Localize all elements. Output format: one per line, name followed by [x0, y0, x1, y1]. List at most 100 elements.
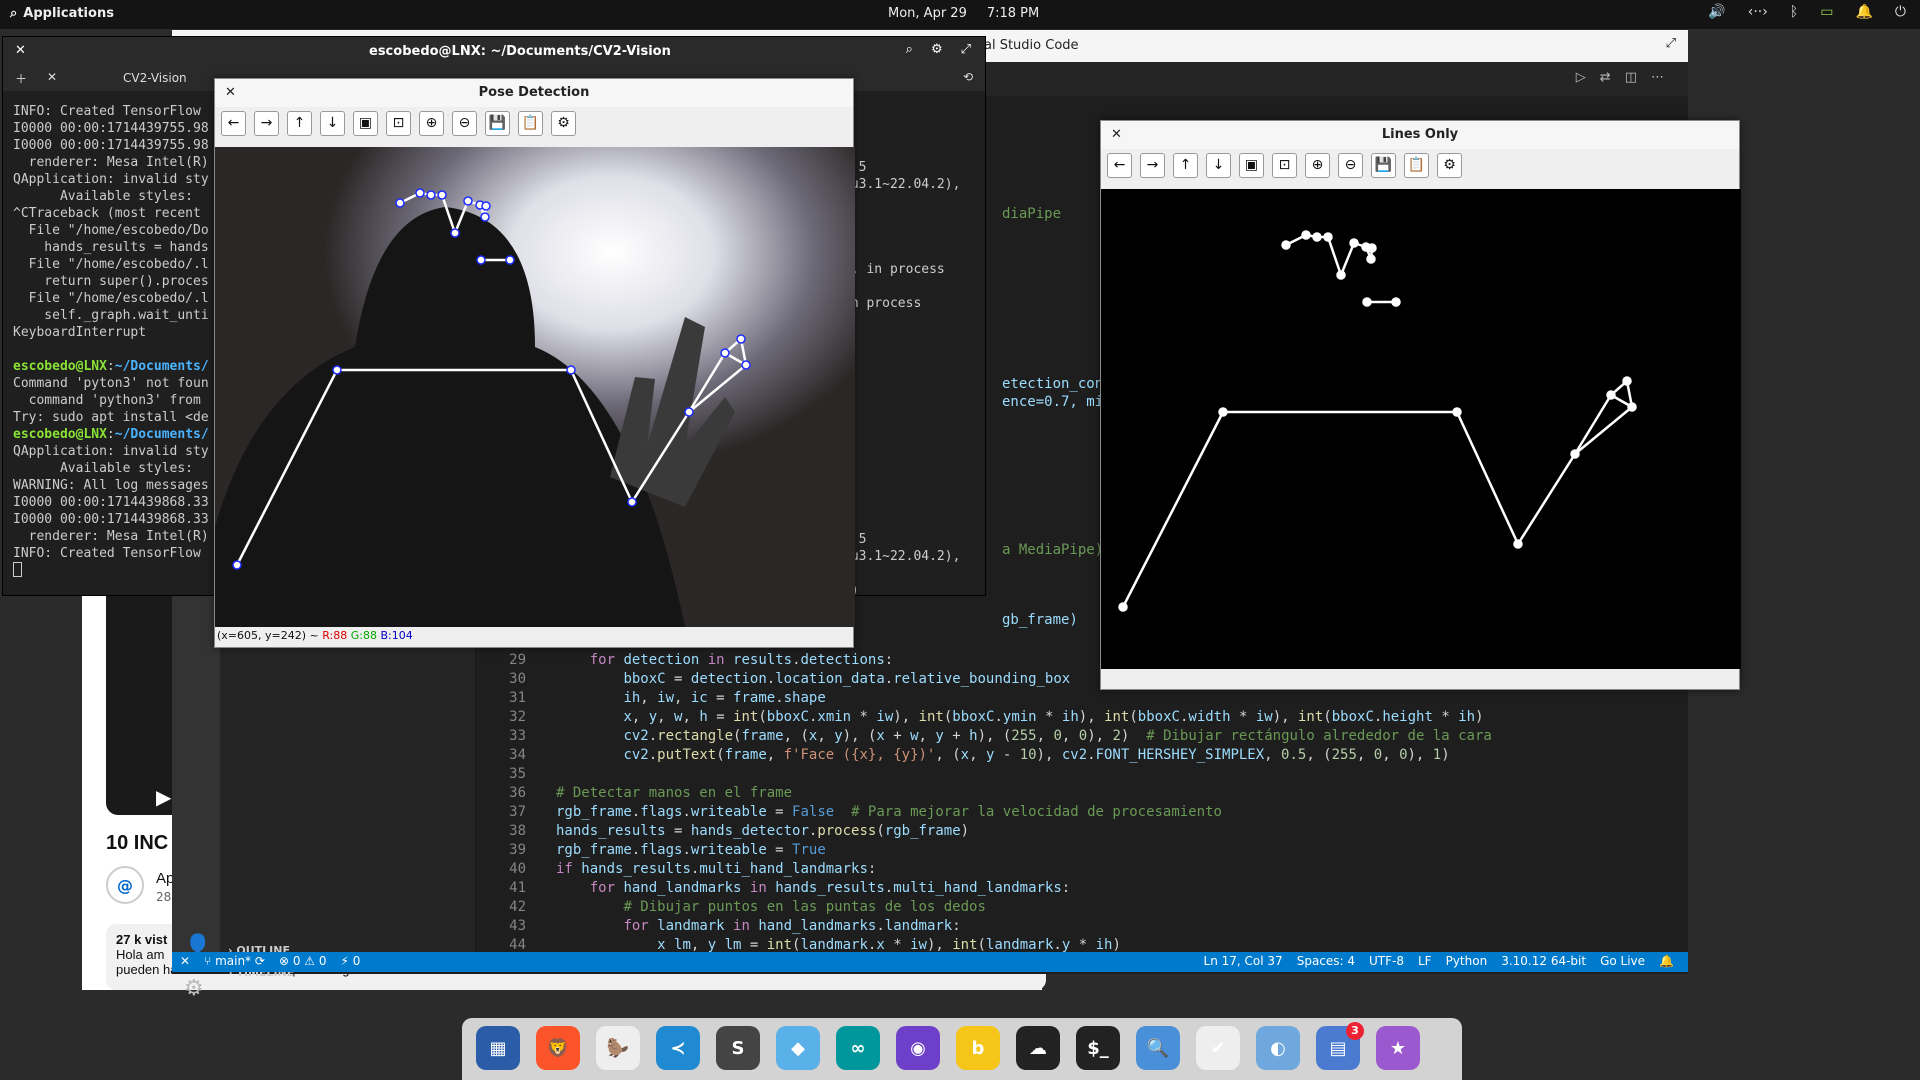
- pan-down-icon[interactable]: ↓: [1206, 153, 1231, 178]
- remote-icon[interactable]: ✕: [180, 954, 190, 968]
- brave-icon[interactable]: 🦁: [536, 1026, 580, 1070]
- code-line: 30 bboxC = detection.location_data.relat…: [509, 671, 1071, 687]
- search-files-icon[interactable]: 🔍: [1136, 1026, 1180, 1070]
- maximize-icon[interactable]: ⤢: [961, 42, 971, 57]
- save-icon[interactable]: 💾: [1371, 153, 1396, 178]
- pixel-b: B:104: [380, 629, 413, 642]
- gear-icon[interactable]: ⚙: [931, 42, 943, 57]
- pan-down-icon[interactable]: ↓: [320, 111, 345, 136]
- language-mode[interactable]: Python: [1446, 954, 1488, 968]
- copy-icon[interactable]: 📋: [1404, 153, 1429, 178]
- terminal-line: renderer: Mesa Intel(R): [13, 155, 209, 170]
- problems[interactable]: ⊗ 0 ⚠ 0: [279, 954, 327, 968]
- properties-icon[interactable]: ⚙: [1437, 153, 1462, 178]
- more-actions-icon[interactable]: ⋯: [1651, 70, 1664, 85]
- arduino-icon[interactable]: ∞: [836, 1026, 880, 1070]
- terminal-line: escobedo@LNX:~/Documents/: [13, 427, 209, 442]
- properties-icon[interactable]: ⚙: [551, 111, 576, 136]
- zoom-out-icon[interactable]: ⊖: [452, 111, 477, 136]
- starred-icon[interactable]: ★: [1376, 1026, 1420, 1070]
- files-manager-icon[interactable]: ▦: [476, 1026, 520, 1070]
- cube-icon[interactable]: ◆: [776, 1026, 820, 1070]
- pan-left-icon[interactable]: ←: [221, 111, 246, 136]
- notifications-icon[interactable]: 🔔: [1855, 4, 1872, 20]
- channel-avatar[interactable]: @: [106, 866, 144, 904]
- pan-right-icon[interactable]: →: [254, 111, 279, 136]
- terminal-title: escobedo@LNX: ~/Documents/CV2-Vision: [369, 44, 671, 59]
- zoom-original-icon[interactable]: ⊡: [1272, 153, 1297, 178]
- lines-toolbar: ← → ↑ ↓ ▣ ⊡ ⊕ ⊖ 💾 📋 ⚙: [1101, 149, 1739, 183]
- toggle-icon[interactable]: ◐: [1256, 1026, 1300, 1070]
- settings-gear-icon[interactable]: ⚙: [184, 976, 204, 1001]
- pan-up-icon[interactable]: ↑: [1173, 153, 1198, 178]
- go-live-button[interactable]: Go Live: [1600, 954, 1645, 968]
- zoom-out-icon[interactable]: ⊖: [1338, 153, 1363, 178]
- pan-left-icon[interactable]: ←: [1107, 153, 1132, 178]
- vscode-icon[interactable]: ≺: [656, 1026, 700, 1070]
- terminal-line: tu3.1~22.04.2),: [843, 549, 961, 564]
- cursor-position[interactable]: Ln 17, Col 37: [1204, 954, 1283, 968]
- run-icon[interactable]: ▷: [1576, 70, 1586, 85]
- terminal-icon[interactable]: $_: [1076, 1026, 1120, 1070]
- search-icon[interactable]: ⌕: [906, 42, 913, 57]
- tasks-icon[interactable]: ✔: [1196, 1026, 1240, 1070]
- code-line: 33 cv2.rectangle(frame, (x, y), (x + w, …: [509, 728, 1492, 744]
- landmark-point: [450, 228, 460, 238]
- clock[interactable]: Mon, Apr 29 7:18 PM: [888, 6, 1039, 21]
- new-tab-icon[interactable]: ＋: [15, 70, 27, 87]
- zoom-in-icon[interactable]: ⊕: [1305, 153, 1330, 178]
- terminal-tab-label[interactable]: CV2-Vision: [123, 71, 187, 85]
- bluetooth-icon[interactable]: ᛒ: [1790, 4, 1798, 20]
- encoding[interactable]: UTF-8: [1369, 954, 1404, 968]
- line-ending[interactable]: LF: [1418, 954, 1432, 968]
- split-editor-icon[interactable]: ◫: [1625, 70, 1637, 85]
- applications-menu[interactable]: ⌕ Applications: [10, 6, 114, 21]
- lines-view[interactable]: [1101, 189, 1741, 669]
- copy-icon[interactable]: 📋: [518, 111, 543, 136]
- close-tab-icon[interactable]: ✕: [47, 70, 57, 84]
- landmark-point: [415, 188, 425, 198]
- indentation[interactable]: Spaces: 4: [1297, 954, 1355, 968]
- time: 7:18 PM: [986, 6, 1040, 21]
- landmark-point: [741, 360, 751, 370]
- vscode-title: al Studio Code: [984, 38, 1079, 53]
- power-icon[interactable]: ⏻: [1895, 4, 1906, 20]
- save-icon[interactable]: 💾: [485, 111, 510, 136]
- terminal-line: Command 'pyton3' not foun: [13, 376, 209, 391]
- git-branch[interactable]: ⑂ main* ⟳: [204, 954, 265, 968]
- terminal-line: hands_results = hands: [13, 240, 209, 255]
- zoom-fit-icon[interactable]: ▣: [353, 111, 378, 136]
- close-icon[interactable]: ✕: [225, 79, 236, 107]
- history-icon[interactable]: ⟲: [963, 70, 973, 84]
- pixel-coords: (x=605, y=242) ~: [217, 629, 319, 642]
- volume-icon[interactable]: 🔊: [1708, 4, 1725, 20]
- store-icon[interactable]: ▤ 3: [1316, 1022, 1364, 1070]
- github-icon[interactable]: ◉: [896, 1026, 940, 1070]
- ports[interactable]: ⚡ 0: [340, 954, 360, 968]
- pan-up-icon[interactable]: ↑: [287, 111, 312, 136]
- beaver-icon[interactable]: 🦫: [596, 1026, 640, 1070]
- play-icon[interactable]: ▶: [156, 785, 171, 809]
- maximize-icon[interactable]: ⤢: [1666, 36, 1676, 51]
- network-icon[interactable]: ‹··›: [1748, 4, 1768, 20]
- sublime-icon[interactable]: S: [716, 1026, 760, 1070]
- battery-icon[interactable]: ▭: [1820, 4, 1833, 20]
- landmark-point: [566, 365, 576, 375]
- zoom-in-icon[interactable]: ⊕: [419, 111, 444, 136]
- close-icon[interactable]: ✕: [1111, 121, 1122, 149]
- terminal-output[interactable]: INFO: Created TensorFlow I0000 00:00:1714…: [13, 103, 209, 582]
- code-line: 38 hands_results = hands_detector.process…: [509, 823, 970, 839]
- close-icon[interactable]: ✕: [15, 43, 26, 58]
- python-interpreter[interactable]: 3.10.12 64-bit: [1501, 954, 1586, 968]
- pose-camera-view[interactable]: [215, 147, 855, 627]
- compare-icon[interactable]: ⇄: [1600, 70, 1611, 85]
- zoom-fit-icon[interactable]: ▣: [1239, 153, 1264, 178]
- landmark-point: [627, 497, 637, 507]
- pan-right-icon[interactable]: →: [1140, 153, 1165, 178]
- zoom-original-icon[interactable]: ⊡: [386, 111, 411, 136]
- top-panel: ⌕ Applications Mon, Apr 29 7:18 PM 🔊 ‹··…: [0, 0, 1920, 29]
- cloud-icon[interactable]: ☁: [1016, 1026, 1060, 1070]
- notifications-bell-icon[interactable]: 🔔: [1659, 954, 1674, 968]
- bing-icon[interactable]: b: [956, 1026, 1000, 1070]
